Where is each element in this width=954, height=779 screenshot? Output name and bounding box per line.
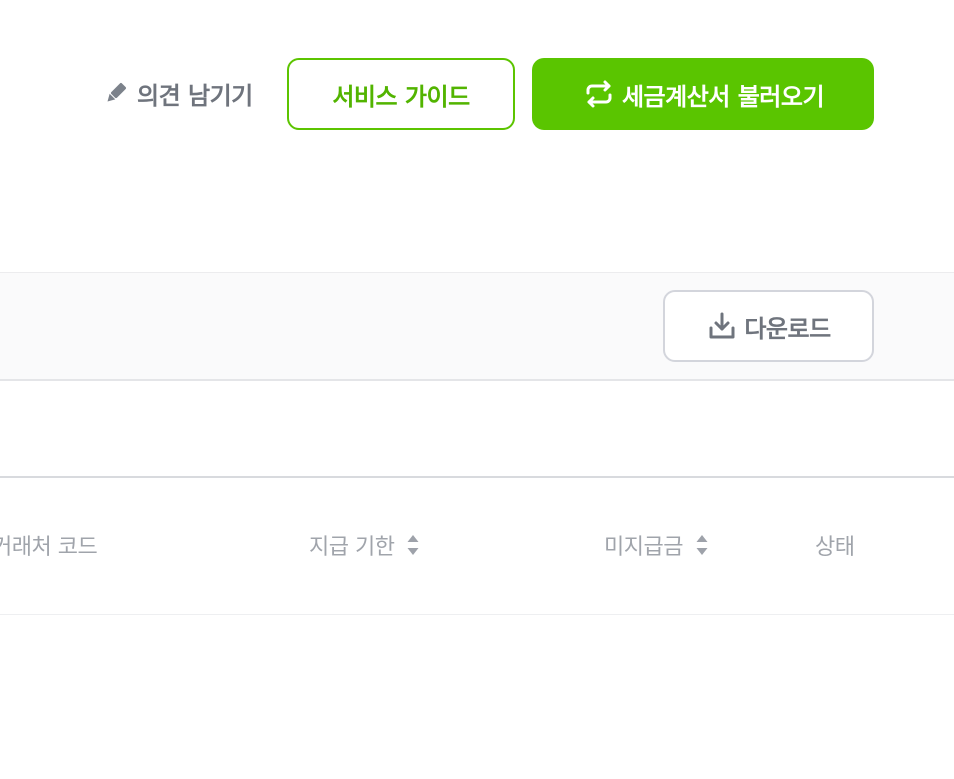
import-tax-invoice-button[interactable]: 세금계산서 불러오기: [532, 58, 874, 130]
table-header: 거래처 코드 지급 기한 미지급금 상태: [0, 478, 954, 615]
sync-icon: [586, 80, 612, 108]
column-header-status: 상태: [815, 535, 855, 560]
download-button[interactable]: 다운로드: [663, 290, 874, 362]
column-header-vendor-code: 거래처 코드: [0, 535, 98, 560]
sort-icon[interactable]: [695, 532, 709, 558]
service-guide-button[interactable]: 서비스 가이드: [287, 58, 515, 130]
feedback-link[interactable]: 의견 남기기: [102, 74, 253, 112]
column-header-unpaid-amount[interactable]: 미지급금: [604, 528, 709, 562]
import-tax-invoice-label: 세금계산서 불러오기: [621, 82, 825, 111]
sort-icon[interactable]: [406, 532, 420, 558]
feedback-label: 의견 남기기: [137, 81, 253, 110]
table-toolbar: 다운로드: [0, 272, 954, 381]
page: 의견 남기기 서비스 가이드 세금계산서 불러오기 다운로드 거래처 코드 지급…: [0, 0, 954, 779]
download-icon: [709, 312, 735, 339]
pencil-icon: [107, 83, 126, 102]
download-label: 다운로드: [744, 314, 831, 343]
column-header-due-date[interactable]: 지급 기한: [309, 528, 420, 562]
service-guide-label: 서비스 가이드: [332, 82, 470, 111]
